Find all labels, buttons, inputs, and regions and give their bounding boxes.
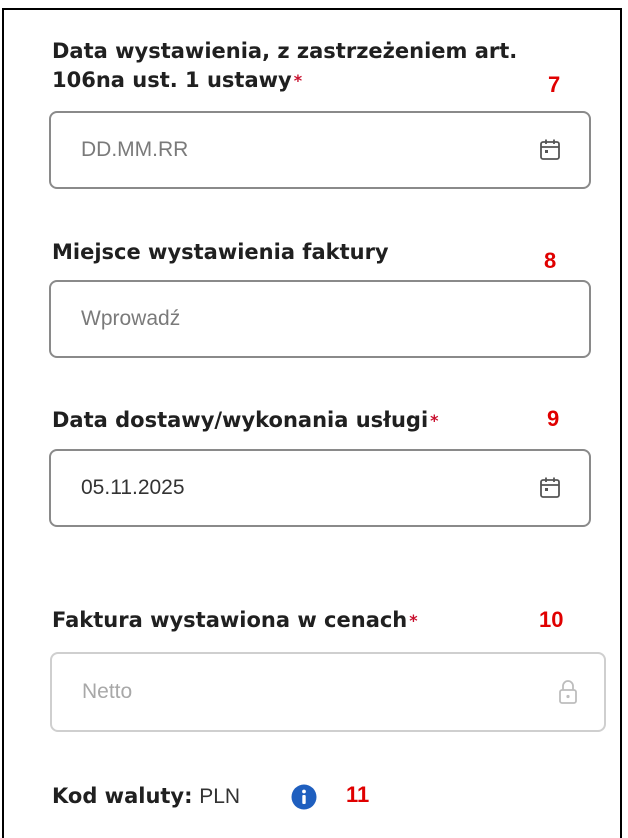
lock-icon (559, 680, 577, 704)
issue-date-label: Data wystawienia, z zastrzeżeniem art. 1… (52, 37, 517, 95)
issue-date-placeholder: DD.MM.RR (81, 138, 189, 161)
delivery-date-label-text: Data dostawy/wykonania usługi (52, 408, 429, 432)
step-number-11: 11 (346, 782, 370, 807)
price-type-input: Netto (50, 652, 606, 732)
delivery-date-label: Data dostawy/wykonania usługi * (52, 406, 439, 435)
required-mark: * (293, 71, 303, 90)
issue-date-label-line1: Data wystawienia, z zastrzeżeniem art. (52, 39, 518, 63)
step-number-7: 7 (548, 72, 561, 97)
price-type-value: Netto (82, 680, 133, 703)
step-number-9: 9 (547, 406, 560, 431)
step-number-10: 10 (539, 607, 564, 632)
currency-label: Kod waluty: (52, 784, 193, 808)
price-type-label-text: Faktura wystawiona w cenach (52, 608, 408, 632)
calendar-icon[interactable] (539, 476, 561, 500)
issue-place-label: Miejsce wystawienia faktury (52, 240, 389, 264)
issue-date-label-line2: 106na ust. 1 ustawy (52, 68, 292, 92)
calendar-icon[interactable] (539, 138, 561, 162)
issue-place-input[interactable]: Wprowadź (49, 280, 591, 358)
price-type-label: Faktura wystawiona w cenach * (52, 606, 418, 635)
delivery-date-input[interactable]: 05.11.2025 (49, 449, 591, 527)
required-mark: * (409, 611, 418, 630)
step-number-8: 8 (544, 248, 557, 273)
currency-value: PLN (199, 785, 241, 808)
delivery-date-value: 05.11.2025 (81, 476, 185, 499)
issue-date-input[interactable]: DD.MM.RR (49, 111, 591, 189)
info-icon[interactable] (291, 784, 317, 810)
issue-place-placeholder: Wprowadź (81, 307, 181, 330)
required-mark: * (430, 411, 439, 430)
currency-row: Kod waluty: PLN (52, 782, 240, 811)
